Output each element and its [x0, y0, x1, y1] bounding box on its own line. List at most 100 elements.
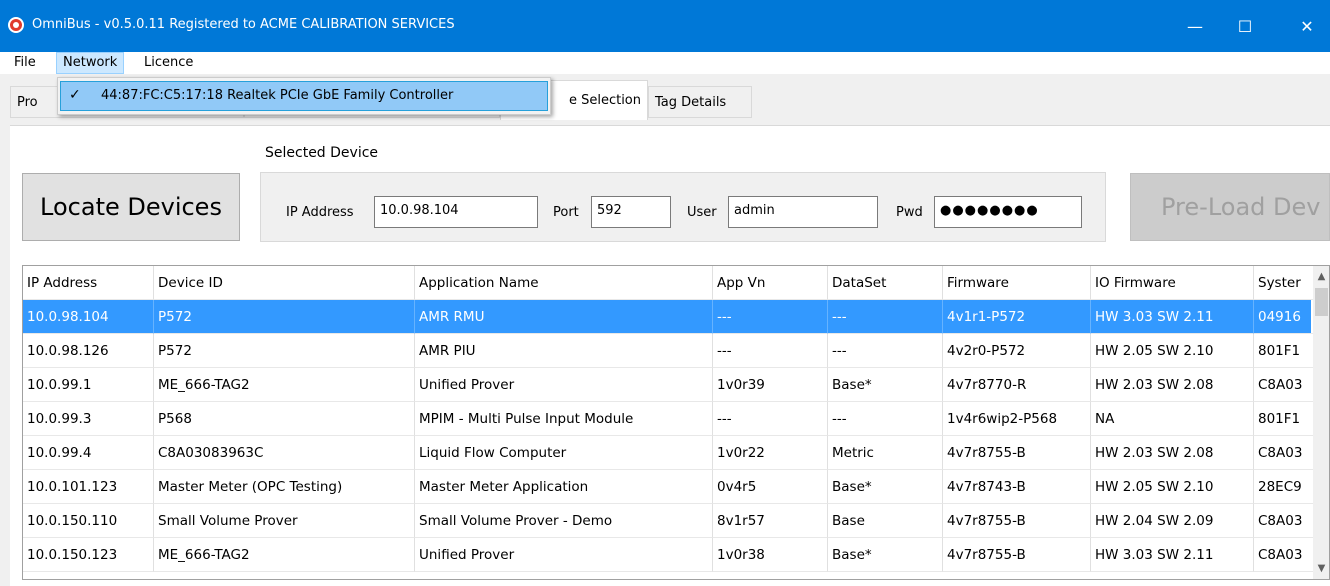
- menu-network[interactable]: Network: [56, 52, 125, 74]
- column-header[interactable]: Firmware: [943, 266, 1091, 300]
- table-cell: Master Meter Application: [415, 470, 713, 504]
- table-cell: 4v7r8755-B: [943, 436, 1091, 470]
- table-cell: C8A03: [1254, 436, 1314, 470]
- table-cell: C8A03: [1254, 504, 1314, 538]
- password-input[interactable]: ●●●●●●●●: [934, 196, 1082, 228]
- table-cell: 8v1r57: [713, 504, 828, 538]
- column-header[interactable]: DataSet: [828, 266, 943, 300]
- preload-device-button[interactable]: Pre-Load Dev: [1130, 173, 1330, 241]
- table-cell: 801F1: [1254, 402, 1314, 436]
- port-label: Port: [553, 205, 579, 220]
- table-cell: Base*: [828, 368, 943, 402]
- maximize-button[interactable]: ☐: [1222, 0, 1268, 52]
- table-cell: 1v0r38: [713, 538, 828, 572]
- table-cell: Unified Prover: [415, 368, 713, 402]
- close-button[interactable]: ✕: [1284, 0, 1330, 52]
- table-cell: ---: [828, 334, 943, 368]
- table-cell: ---: [713, 334, 828, 368]
- table-cell: C8A03: [1254, 368, 1314, 402]
- table-row[interactable]: 10.0.101.123 Master Meter (OPC Testing) Ma…: [23, 470, 1314, 504]
- menu-file[interactable]: File: [14, 52, 36, 74]
- grid-vertical-scrollbar[interactable]: ▲ ▼: [1313, 266, 1329, 579]
- table-cell: ---: [828, 300, 943, 334]
- table-cell: ---: [828, 402, 943, 436]
- table-cell: 10.0.98.126: [23, 334, 154, 368]
- table-cell: Liquid Flow Computer: [415, 436, 713, 470]
- table-cell: C8A03: [1254, 538, 1314, 572]
- column-header[interactable]: Application Name: [415, 266, 713, 300]
- table-cell: 4v7r8770-R: [943, 368, 1091, 402]
- table-cell: Base*: [828, 538, 943, 572]
- ip-address-label: IP Address: [286, 205, 354, 220]
- minimize-button[interactable]: —: [1172, 0, 1218, 52]
- table-cell: NA: [1091, 402, 1254, 436]
- table-cell: 10.0.99.3: [23, 402, 154, 436]
- table-cell: 10.0.99.4: [23, 436, 154, 470]
- checkmark-icon: ✓: [69, 87, 81, 103]
- grid-header-row: IP Address Device ID Application Name App V…: [23, 266, 1314, 300]
- table-cell: Small Volume Prover: [154, 504, 415, 538]
- user-input[interactable]: admin: [728, 196, 878, 228]
- table-cell: AMR RMU: [415, 300, 713, 334]
- window-title: OmniBus - v0.5.0.11 Registered to ACME C…: [32, 17, 455, 32]
- table-cell: 04916: [1254, 300, 1314, 334]
- table-row[interactable]: 10.0.99.3 P568 MPIM - Multi Pulse Input Mo…: [23, 402, 1314, 436]
- table-row[interactable]: 10.0.150.123 ME_666-TAG2 Unified Prover 1v0…: [23, 538, 1314, 572]
- table-cell: ---: [713, 300, 828, 334]
- table-cell: HW 2.05 SW 2.10: [1091, 334, 1254, 368]
- device-grid[interactable]: IP Address Device ID Application Name App V…: [22, 265, 1330, 580]
- table-cell: P568: [154, 402, 415, 436]
- table-row[interactable]: 10.0.99.1 ME_666-TAG2 Unified Prover 1v0r39…: [23, 368, 1314, 402]
- network-dropdown-menu: ✓ 44:87:FC:C5:17:18 Realtek PCIe GbE Fam…: [57, 77, 551, 115]
- table-cell: 1v0r39: [713, 368, 828, 402]
- table-cell: ME_666-TAG2: [154, 368, 415, 402]
- table-cell: 4v7r8755-B: [943, 504, 1091, 538]
- app-window: OmniBus - v0.5.0.11 Registered to ACME C…: [0, 0, 1330, 586]
- table-cell: 4v2r0-P572: [943, 334, 1091, 368]
- menu-licence[interactable]: Licence: [138, 52, 199, 74]
- omnibus-logo-icon: [8, 17, 24, 33]
- table-cell: 10.0.101.123: [23, 470, 154, 504]
- network-adapter-item[interactable]: ✓ 44:87:FC:C5:17:18 Realtek PCIe GbE Fam…: [60, 81, 548, 111]
- menu-bar: File Network Licence: [0, 52, 1330, 74]
- table-cell: 4v7r8743-B: [943, 470, 1091, 504]
- column-header[interactable]: Syster: [1254, 266, 1314, 300]
- user-label: User: [687, 205, 717, 220]
- table-cell: 10.0.99.1: [23, 368, 154, 402]
- table-row[interactable]: 10.0.98.104 P572 AMR RMU --- --- 4v1r1-P572 HW…: [23, 300, 1314, 334]
- table-cell: 0v4r5: [713, 470, 828, 504]
- port-input[interactable]: 592: [591, 196, 671, 228]
- table-cell: 1v0r22: [713, 436, 828, 470]
- ip-address-input[interactable]: 10.0.98.104: [374, 196, 538, 228]
- table-cell: 1v4r6wip2-P568: [943, 402, 1091, 436]
- table-cell: 4v7r8755-B: [943, 538, 1091, 572]
- table-cell: 801F1: [1254, 334, 1314, 368]
- table-cell: Base: [828, 504, 943, 538]
- scroll-down-icon[interactable]: ▼: [1313, 560, 1329, 577]
- locate-devices-button[interactable]: Locate Devices: [22, 173, 240, 241]
- table-cell: HW 2.04 SW 2.09: [1091, 504, 1254, 538]
- column-header[interactable]: IP Address: [23, 266, 154, 300]
- column-header[interactable]: IO Firmware: [1091, 266, 1254, 300]
- table-cell: 4v1r1-P572: [943, 300, 1091, 334]
- pwd-label: Pwd: [896, 205, 923, 220]
- table-cell: Base*: [828, 470, 943, 504]
- table-cell: MPIM - Multi Pulse Input Module: [415, 402, 713, 436]
- table-row[interactable]: 10.0.98.126 P572 AMR PIU --- --- 4v2r0-P572 HW…: [23, 334, 1314, 368]
- table-cell: HW 3.03 SW 2.11: [1091, 538, 1254, 572]
- table-cell: ---: [713, 402, 828, 436]
- table-cell: P572: [154, 300, 415, 334]
- table-cell: AMR PIU: [415, 334, 713, 368]
- table-row[interactable]: 10.0.99.4 C8A03083963C Liquid Flow Compute…: [23, 436, 1314, 470]
- scroll-up-icon[interactable]: ▲: [1313, 268, 1329, 285]
- column-header[interactable]: App Vn: [713, 266, 828, 300]
- table-cell: HW 2.05 SW 2.10: [1091, 470, 1254, 504]
- title-bar[interactable]: OmniBus - v0.5.0.11 Registered to ACME C…: [0, 0, 1330, 52]
- tab-tag-details[interactable]: Tag Details: [648, 86, 752, 118]
- scroll-thumb[interactable]: [1315, 288, 1328, 316]
- table-cell: 10.0.150.110: [23, 504, 154, 538]
- column-header[interactable]: Device ID: [154, 266, 415, 300]
- table-cell: Metric: [828, 436, 943, 470]
- table-cell: Unified Prover: [415, 538, 713, 572]
- table-row[interactable]: 10.0.150.110 Small Volume Prover Small Vol…: [23, 504, 1314, 538]
